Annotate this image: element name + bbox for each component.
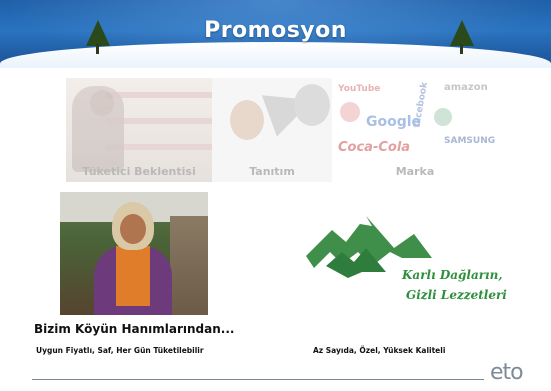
brand-logo-samsung: SAMSUNG (444, 136, 496, 146)
brand-logo-youtube: YouTube (338, 84, 381, 94)
logo-text-line2: Gizli Lezzetleri (406, 288, 507, 302)
logo-text-line1: Karlı Dağların, (402, 268, 503, 282)
brand-panel: YouTube facebook amazon Google Coca-Cola… (332, 78, 498, 182)
panel-label-brand: Marka (395, 165, 435, 178)
eto-logo: eto (490, 360, 524, 385)
promotion-panel: Tanıtım (212, 78, 332, 182)
sacks-image (170, 216, 208, 315)
left-item-subtitle: Uygun Fiyatlı, Saf, Her Gün Tüketilebili… (36, 346, 204, 355)
brand-starbucks-icon (434, 108, 452, 126)
panel-label-expectation: Tüketici Beklentisi (82, 165, 196, 178)
panel-label-promotion: Tanıtım (249, 165, 295, 178)
left-item-title: Bizim Köyün Hanımlarından... (34, 322, 235, 336)
brand-logo-google: Google (366, 114, 422, 130)
brand-logo-amazon: amazon (444, 82, 488, 93)
man-image (230, 100, 264, 140)
village-woman-photo (60, 192, 208, 315)
brand-logo-cocacola: Coca-Cola (338, 140, 411, 155)
consumer-expectation-panel: Tüketici Beklentisi (66, 78, 212, 182)
shopper-image (72, 86, 124, 172)
header-banner: Promosyon (0, 0, 551, 68)
woman-figure (94, 202, 172, 315)
footer-divider (32, 379, 484, 380)
promo-collage: Tüketici Beklentisi Tanıtım YouTube face… (66, 78, 498, 182)
right-item-subtitle: Az Sayıda, Özel, Yüksek Kaliteli (313, 346, 446, 355)
page-title: Promosyon (204, 18, 347, 43)
brand-circle-icon (340, 102, 360, 122)
